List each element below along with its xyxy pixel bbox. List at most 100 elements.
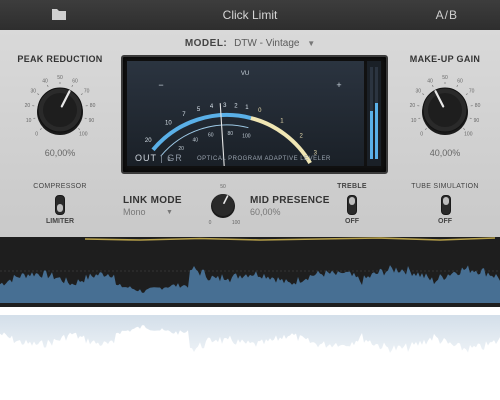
knob-scale-label: 60 bbox=[457, 79, 463, 85]
reflection-graphic bbox=[0, 307, 500, 400]
level-bar-left bbox=[370, 111, 373, 159]
knob-scale-label: 70 bbox=[469, 89, 475, 95]
meter-level-bars bbox=[367, 61, 381, 166]
waveform-reflection bbox=[0, 307, 500, 400]
waveform-display bbox=[0, 237, 500, 303]
treble-state: OFF bbox=[345, 218, 359, 225]
vu-scale-label: 2 bbox=[299, 133, 303, 139]
toggle-thumb bbox=[57, 204, 63, 212]
vu-plus: + bbox=[336, 80, 341, 90]
knob-tick bbox=[37, 93, 40, 96]
peak-reduction-value: 60,00% bbox=[44, 148, 76, 158]
knob-scale-label: 90 bbox=[474, 118, 480, 124]
tube-simulation-state: OFF bbox=[438, 218, 452, 225]
knob-scale-label: 20 bbox=[410, 103, 416, 109]
knob-scale-label: 40 bbox=[42, 79, 48, 85]
knob-tick bbox=[465, 93, 468, 96]
peak-reduction-knob[interactable]: 0 10 20 30 40 50 60 70 80 90 100 bbox=[20, 72, 100, 144]
knob-tick bbox=[80, 93, 83, 96]
knob-tick bbox=[424, 128, 427, 131]
model-selector[interactable]: MODEL: DTW - Vintage ▼ bbox=[0, 38, 500, 49]
knob-tick bbox=[71, 84, 74, 87]
knob-scale-label: 80 bbox=[90, 103, 96, 109]
level-bar-right bbox=[375, 103, 378, 159]
reflection-fade bbox=[0, 307, 500, 400]
gain-reduction-history bbox=[0, 237, 500, 307]
knob-scale-label: 40 bbox=[427, 79, 433, 85]
knob-tick bbox=[431, 84, 434, 87]
treble-label: TREBLE bbox=[337, 183, 367, 190]
mid-presence-knob[interactable]: 50 0 100 bbox=[205, 183, 241, 225]
vu-scale-label: 0 bbox=[258, 108, 262, 114]
link-mode-dropdown[interactable]: Mono bbox=[123, 207, 146, 217]
peak-reduction-title: PEAK REDUCTION bbox=[17, 54, 103, 64]
limiter-label: LIMITER bbox=[46, 218, 74, 225]
meter-mode-toggle[interactable]: OUT | GR bbox=[135, 153, 183, 163]
chevron-down-icon[interactable]: ▼ bbox=[166, 209, 173, 216]
compressor-label: COMPRESSOR bbox=[33, 183, 87, 190]
meter-face: 20 10 7 5 4 3 2 1 0 1 2 3 0 20 40 60 80 100 VU − + OUT | GR … bbox=[127, 61, 364, 220]
vu-scale-label: 10 bbox=[165, 121, 172, 127]
meter-mode-gr[interactable]: GR bbox=[167, 153, 183, 163]
tube-simulation-toggle[interactable] bbox=[441, 195, 451, 215]
knob-scale-label: 10 bbox=[411, 118, 417, 124]
vu-scale-label: 1 bbox=[280, 118, 284, 124]
level-bar-left-bg bbox=[370, 67, 373, 111]
knob-scale-label: 80 bbox=[475, 103, 481, 109]
mid-scale-left: 0 bbox=[209, 220, 212, 225]
meter-mode-out[interactable]: OUT bbox=[135, 153, 157, 163]
preset-name[interactable]: Click Limit bbox=[0, 0, 500, 30]
vu-scale-label: 5 bbox=[197, 107, 201, 113]
vu-meter: 20 10 7 5 4 3 2 1 0 1 2 3 0 20 40 60 80 100 VU − + OUT | GR … bbox=[121, 55, 388, 220]
knob-scale-label: 50 bbox=[57, 75, 63, 81]
knob-tick bbox=[456, 84, 459, 87]
knob-cap bbox=[43, 93, 77, 127]
knob-scale-label: 20 bbox=[25, 103, 31, 109]
makeup-gain-value: 40,00% bbox=[429, 148, 461, 158]
knob-cap bbox=[428, 93, 462, 127]
chevron-down-icon[interactable]: ▼ bbox=[307, 39, 315, 48]
knob-tick bbox=[78, 128, 81, 131]
knob-tick bbox=[33, 117, 36, 119]
vu-scale-label: 4 bbox=[210, 104, 214, 110]
ab-compare-button[interactable]: A/B bbox=[436, 0, 458, 30]
knob-tick bbox=[463, 128, 466, 131]
knob-body bbox=[212, 194, 234, 216]
model-label: MODEL: bbox=[184, 38, 228, 49]
knob-scale-label: 10 bbox=[26, 118, 32, 124]
mid-scale-top: 50 bbox=[220, 184, 226, 190]
vu-scale-label: 1 bbox=[245, 105, 249, 111]
compressor-limiter-toggle[interactable] bbox=[55, 195, 65, 215]
toggle-thumb bbox=[443, 197, 449, 205]
makeup-gain-title: MAKE-UP GAIN bbox=[409, 54, 481, 64]
mid-presence-title: MID PRESENCE bbox=[250, 195, 330, 206]
gain-reduction-curve bbox=[84, 237, 496, 241]
knob-scale-label: 0 bbox=[420, 131, 423, 137]
knob-scale-label: 50 bbox=[442, 75, 448, 81]
vu-scale-label: 2 bbox=[234, 103, 238, 109]
treble-toggle[interactable] bbox=[347, 195, 357, 215]
vu-scale-label: 20 bbox=[145, 138, 152, 144]
knob-scale-label: 60 bbox=[72, 79, 78, 85]
vu-scale-label: 7 bbox=[182, 112, 186, 118]
knob-scale-label: 30 bbox=[416, 89, 422, 95]
knob-scale-label: 70 bbox=[84, 89, 90, 95]
vu-scale-label: 3 bbox=[223, 103, 227, 109]
tube-simulation-label: TUBE SIMULATION bbox=[411, 183, 479, 190]
top-bar: Click Limit A/B bbox=[0, 0, 500, 31]
vu-inner-label: 40 bbox=[192, 138, 198, 144]
knob-tick bbox=[418, 117, 421, 119]
knob-tick bbox=[469, 117, 472, 119]
meter-caption: OPTICAL PROGRAM ADAPTIVE LEVELER bbox=[197, 156, 331, 162]
level-bar-right-bg bbox=[375, 67, 378, 103]
knob-tick bbox=[39, 128, 42, 131]
knob-scale-label: 100 bbox=[464, 131, 473, 137]
knob-scale-label: 100 bbox=[79, 131, 88, 137]
knob-scale-label: 0 bbox=[35, 131, 38, 137]
model-value[interactable]: DTW - Vintage bbox=[234, 38, 299, 49]
makeup-gain-knob[interactable]: 0 10 20 30 40 50 60 70 80 90 100 bbox=[405, 72, 485, 144]
knob-tick bbox=[84, 117, 87, 119]
mid-scale-right: 100 bbox=[232, 220, 241, 225]
vu-inner-label: 60 bbox=[208, 133, 214, 139]
vu-label: VU bbox=[241, 71, 249, 77]
